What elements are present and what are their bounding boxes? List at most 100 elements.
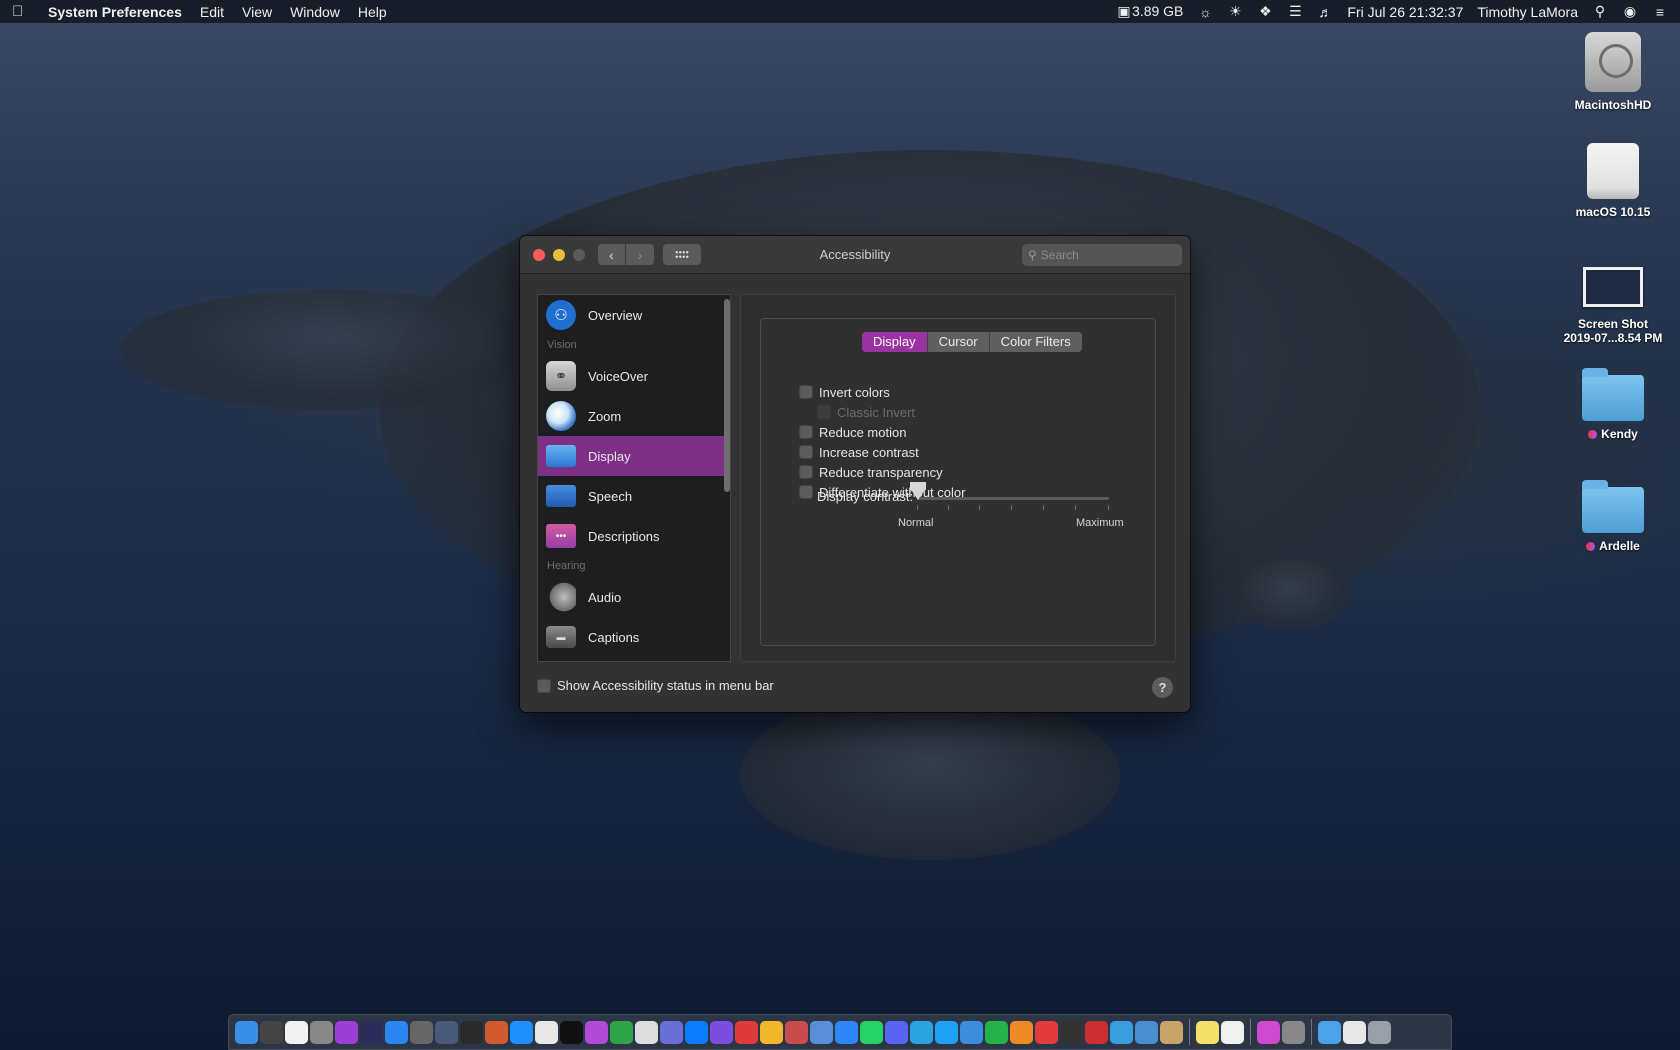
menu-view[interactable]: View — [242, 4, 272, 20]
increase-contrast-checkbox[interactable] — [799, 445, 813, 459]
notification-center-icon[interactable]: ≡ — [1652, 4, 1668, 20]
dock-app-icon[interactable] — [435, 1020, 458, 1044]
menu-app-name[interactable]: System Preferences — [48, 4, 182, 20]
display-contrast-slider[interactable] — [917, 497, 1109, 500]
forward-button[interactable]: › — [626, 244, 654, 265]
dock-app-icon[interactable] — [235, 1020, 258, 1044]
sidebar-item-speech[interactable]: Speech — [538, 476, 730, 516]
dock-app-icon[interactable] — [635, 1020, 658, 1044]
help-button[interactable]: ? — [1152, 677, 1173, 698]
dock-app-icon[interactable] — [360, 1020, 383, 1044]
option-reduce-transparency[interactable]: Reduce transparency — [799, 462, 965, 482]
dock-app-icon[interactable] — [335, 1020, 358, 1044]
dock-app-icon[interactable] — [710, 1020, 733, 1044]
option-reduce-motion[interactable]: Reduce motion — [799, 422, 965, 442]
show-status-option[interactable]: Show Accessibility status in menu bar — [537, 678, 774, 693]
dock-app-icon[interactable] — [835, 1020, 858, 1044]
dock-app-icon[interactable] — [1196, 1020, 1219, 1044]
menu-edit[interactable]: Edit — [200, 4, 224, 20]
reduce-transparency-checkbox[interactable] — [799, 465, 813, 479]
dock-app-icon[interactable] — [1368, 1020, 1391, 1044]
dock-app-icon[interactable] — [910, 1020, 933, 1044]
dock-app-icon[interactable] — [535, 1020, 558, 1044]
sidebar-item-audio[interactable]: Audio — [538, 577, 730, 617]
zoom-button[interactable] — [573, 249, 585, 261]
sun-icon[interactable]: ☀ — [1227, 3, 1243, 20]
desktop-icon-kendy[interactable]: Kendy — [1553, 368, 1673, 441]
dock-app-icon[interactable] — [1135, 1020, 1158, 1044]
show-all-button[interactable] — [663, 244, 701, 265]
siri-icon[interactable]: ◉ — [1622, 3, 1638, 20]
dock-app-icon[interactable] — [685, 1020, 708, 1044]
tab-cursor[interactable]: Cursor — [928, 332, 990, 352]
dock-app-icon[interactable] — [1160, 1020, 1183, 1044]
dock-app-icon[interactable] — [860, 1020, 883, 1044]
dock-app-icon[interactable] — [1085, 1020, 1108, 1044]
volume-icon[interactable]: ♬ — [1317, 4, 1333, 20]
sidebar-item-overview[interactable]: ⚇ Overview — [538, 295, 730, 335]
dock-app-icon[interactable] — [410, 1020, 433, 1044]
extension-icon[interactable]: ❖ — [1257, 3, 1273, 20]
back-button[interactable]: ‹ — [598, 244, 626, 265]
sidebar-item-captions[interactable]: ▬ Captions — [538, 617, 730, 657]
tab-color-filters[interactable]: Color Filters — [990, 332, 1082, 352]
show-status-checkbox[interactable] — [537, 678, 551, 693]
dock-app-icon[interactable] — [585, 1020, 608, 1044]
sidebar-item-display[interactable]: Display — [538, 436, 730, 476]
dock-app-icon[interactable] — [485, 1020, 508, 1044]
user-name[interactable]: Timothy LaMora — [1477, 4, 1578, 20]
dock-app-icon[interactable] — [1010, 1020, 1033, 1044]
dock-app-icon[interactable] — [460, 1020, 483, 1044]
desktop-icon-macintoshhd[interactable]: MacintoshHD — [1553, 32, 1673, 112]
minimize-button[interactable] — [553, 249, 565, 261]
clock[interactable]: Fri Jul 26 21:32:37 — [1347, 4, 1463, 20]
desktop-icon-macos-disk[interactable]: macOS 10.15 — [1553, 143, 1673, 219]
sidebar-item-zoom[interactable]: Zoom — [538, 396, 730, 436]
differentiate-checkbox[interactable] — [799, 485, 813, 499]
close-button[interactable] — [533, 249, 545, 261]
wifi-icon[interactable]: ☰ — [1287, 3, 1303, 20]
sidebar-item-voiceover[interactable]: ⚭ VoiceOver — [538, 356, 730, 396]
dock-app-icon[interactable] — [760, 1020, 783, 1044]
tab-display[interactable]: Display — [862, 332, 928, 352]
apple-icon[interactable]:  — [12, 3, 30, 20]
search-box[interactable]: ⚲ — [1022, 244, 1182, 266]
dock-app-icon[interactable] — [1343, 1020, 1366, 1044]
dock-app-icon[interactable] — [985, 1020, 1008, 1044]
dock-app-icon[interactable] — [885, 1020, 908, 1044]
dock-app-icon[interactable] — [285, 1020, 308, 1044]
option-invert-colors[interactable]: Invert colors — [799, 382, 965, 402]
dock-app-icon[interactable] — [260, 1020, 283, 1044]
dock-app-icon[interactable] — [385, 1020, 408, 1044]
search-input[interactable] — [1040, 248, 1171, 262]
display-contrast-slider-thumb[interactable] — [910, 482, 926, 500]
dock-app-icon[interactable] — [1110, 1020, 1133, 1044]
dock-app-icon[interactable] — [310, 1020, 333, 1044]
dock-app-icon[interactable] — [660, 1020, 683, 1044]
desktop-icon-screenshot[interactable]: Screen Shot 2019-07...8.54 PM — [1553, 267, 1673, 345]
dock-app-icon[interactable] — [610, 1020, 633, 1044]
sidebar-scrollbar[interactable] — [724, 299, 730, 492]
dock-app-icon[interactable] — [1257, 1020, 1280, 1044]
menu-window[interactable]: Window — [290, 4, 340, 20]
dock-app-icon[interactable] — [1035, 1020, 1058, 1044]
menu-help[interactable]: Help — [358, 4, 387, 20]
dock-app-icon[interactable] — [1318, 1020, 1341, 1044]
dock-app-icon[interactable] — [935, 1020, 958, 1044]
desktop-icon-ardelle[interactable]: Ardelle — [1553, 480, 1673, 553]
option-increase-contrast[interactable]: Increase contrast — [799, 442, 965, 462]
sidebar-item-descriptions[interactable]: ••• Descriptions — [538, 516, 730, 556]
dock-app-icon[interactable] — [1221, 1020, 1244, 1044]
dock-app-icon[interactable] — [1060, 1020, 1083, 1044]
brightness-icon[interactable]: ☼ — [1197, 4, 1213, 20]
dock-app-icon[interactable] — [510, 1020, 533, 1044]
invert-colors-checkbox[interactable] — [799, 385, 813, 399]
dock-app-icon[interactable] — [560, 1020, 583, 1044]
reduce-motion-checkbox[interactable] — [799, 425, 813, 439]
dock-app-icon[interactable] — [1282, 1020, 1305, 1044]
dock-app-icon[interactable] — [785, 1020, 808, 1044]
dock-app-icon[interactable] — [960, 1020, 983, 1044]
spotlight-icon[interactable]: ⚲ — [1592, 3, 1608, 20]
dock-app-icon[interactable] — [735, 1020, 758, 1044]
memory-status[interactable]: ▣3.89 GB — [1116, 3, 1183, 20]
